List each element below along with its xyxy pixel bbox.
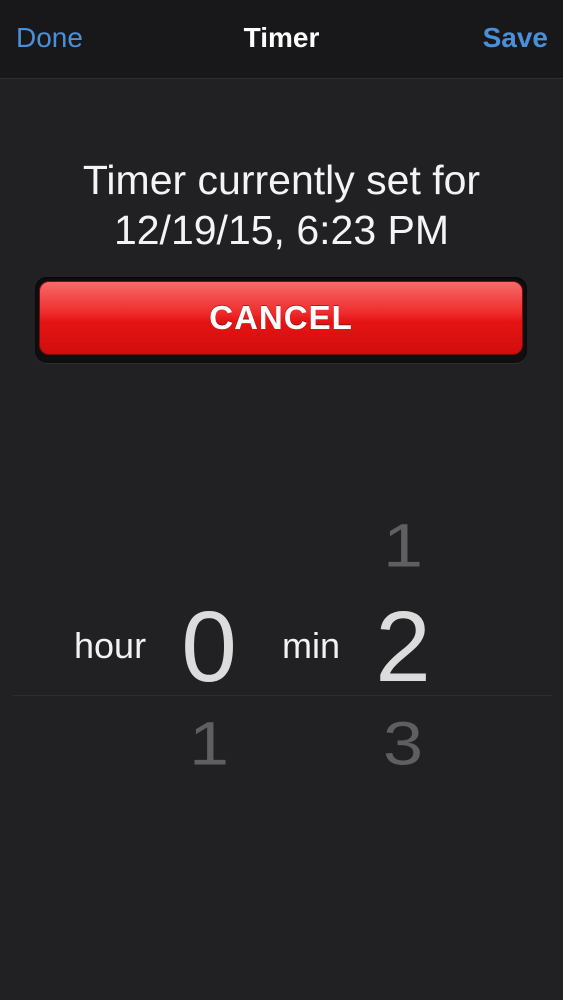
page-title: Timer [243,22,320,53]
hour-wheel[interactable]: 0 1 [164,490,254,800]
hour-next-value: 1 [188,710,230,778]
minute-wheel[interactable]: 1 2 3 [358,490,448,800]
timer-status-datetime: 12/19/15, 6:23 PM [113,207,450,253]
navigation-bar: Done Timer Save [0,0,563,79]
minute-previous-value: 1 [382,512,424,580]
timer-status-line-1: Timer currently set for [82,157,481,203]
hour-unit-label: hour [74,625,147,666]
timer-picker: hour 0 1 min 1 2 3 [0,490,563,800]
picker-selection-divider [12,695,552,696]
minute-selected-value: 2 [375,591,431,703]
minute-unit-label: min [282,625,341,666]
save-button[interactable]: Save [483,22,548,54]
minute-next-value: 3 [382,710,424,778]
hour-selected-value: 0 [181,591,237,703]
timer-status-message: Timer currently set for 12/19/15, 6:23 P… [0,155,563,255]
cancel-button[interactable]: CANCEL [39,281,523,355]
cancel-button-well: CANCEL [35,277,527,363]
